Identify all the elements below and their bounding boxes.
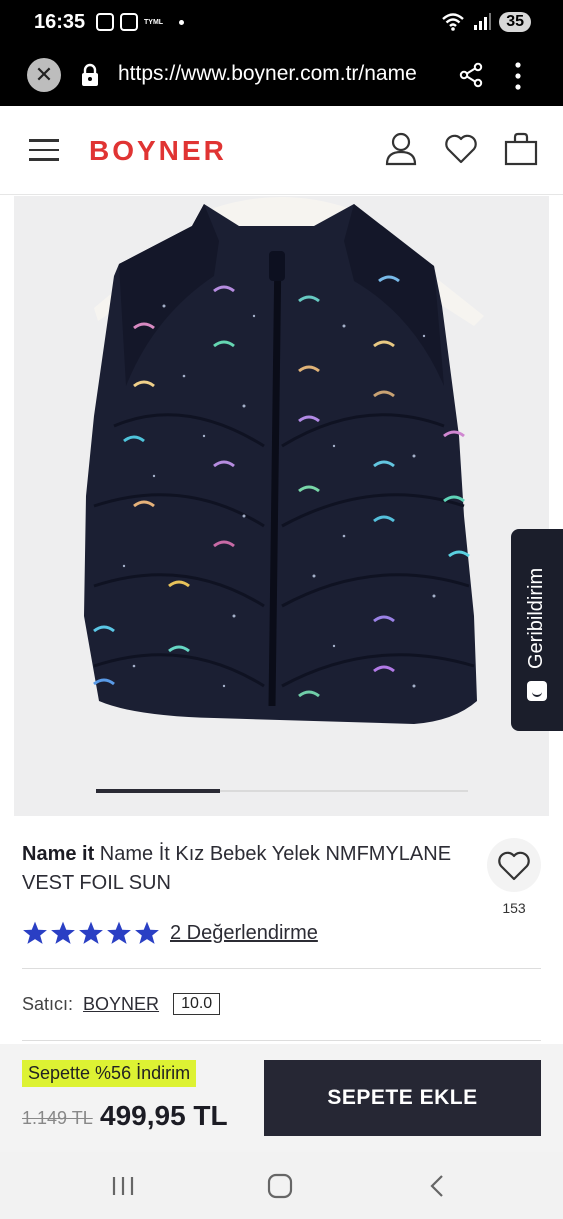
old-price: 1.149 TL — [22, 1108, 93, 1128]
star-icon — [23, 921, 47, 944]
menu-icon[interactable] — [29, 139, 59, 163]
product-image — [14, 196, 549, 816]
status-time: 16:35 — [34, 11, 86, 33]
add-to-cart-button[interactable]: SEPETE EKLE — [264, 1060, 541, 1136]
carrier-label: TYML — [144, 18, 164, 26]
current-price: 499,95 TL — [100, 1100, 228, 1131]
feedback-tab[interactable]: Geribildirim — [511, 529, 563, 731]
reviews-link[interactable]: 2 Değerlendirme — [170, 922, 318, 945]
site-header: BOYNER — [0, 107, 563, 195]
status-right-icons: 35 — [441, 12, 531, 32]
share-icon[interactable] — [458, 62, 484, 88]
smiley-feedback-icon — [527, 681, 547, 701]
product-image-gallery[interactable] — [14, 196, 549, 816]
seller-label: Satıcı: — [22, 993, 74, 1014]
close-tab-button[interactable]: ✕ — [27, 58, 61, 92]
product-brand[interactable]: Name it — [22, 843, 94, 865]
signal-icon — [474, 13, 492, 30]
star-icon — [135, 921, 159, 944]
favorite-button[interactable] — [487, 838, 541, 892]
wifi-icon — [442, 13, 465, 31]
screenshot-icon — [96, 13, 114, 31]
rating-stars — [22, 920, 160, 946]
more-options-icon[interactable] — [513, 60, 523, 92]
account-icon[interactable] — [383, 131, 419, 167]
lock-icon — [82, 63, 98, 86]
seller-link[interactable]: BOYNER — [83, 994, 159, 1015]
seller-row: Satıcı: BOYNER 10.0 — [22, 993, 221, 1015]
purchase-bar: Sepette %56 İndirim 1.149 TL 499,95 TL S… — [0, 1044, 563, 1152]
feedback-label: Geribildirim — [525, 567, 547, 669]
product-title: Name it Name İt Kız Bebek Yelek NMFMYLAN… — [22, 840, 462, 898]
seller-score-badge: 10.0 — [173, 993, 221, 1015]
android-navigation-bar — [0, 1152, 563, 1219]
window-icon — [120, 13, 138, 31]
battery-indicator: 35 — [499, 12, 531, 32]
heart-icon — [498, 851, 530, 881]
cart-bag-icon[interactable] — [503, 131, 539, 167]
wishlist-heart-icon[interactable] — [443, 131, 479, 167]
notification-dot-icon — [179, 19, 185, 25]
url-text[interactable]: https://www.boyner.com.tr/name — [118, 62, 438, 86]
discount-badge: Sepette %56 İndirim — [22, 1060, 197, 1087]
star-icon — [51, 921, 75, 944]
divider — [22, 1040, 541, 1041]
status-bar: 16:35 TYML 35 — [0, 0, 563, 46]
star-icon — [107, 921, 131, 944]
back-icon[interactable] — [424, 1172, 452, 1200]
boyner-logo[interactable]: BOYNER — [89, 135, 227, 167]
status-notification-icons: TYML — [96, 13, 185, 31]
recent-apps-icon[interactable] — [109, 1172, 137, 1200]
favorite-count: 153 — [502, 900, 526, 916]
home-icon[interactable] — [266, 1172, 294, 1200]
gallery-slider-indicator — [96, 789, 220, 793]
star-icon — [79, 921, 103, 944]
divider — [22, 968, 541, 969]
browser-url-bar: ✕ https://www.boyner.com.tr/name — [0, 46, 563, 106]
